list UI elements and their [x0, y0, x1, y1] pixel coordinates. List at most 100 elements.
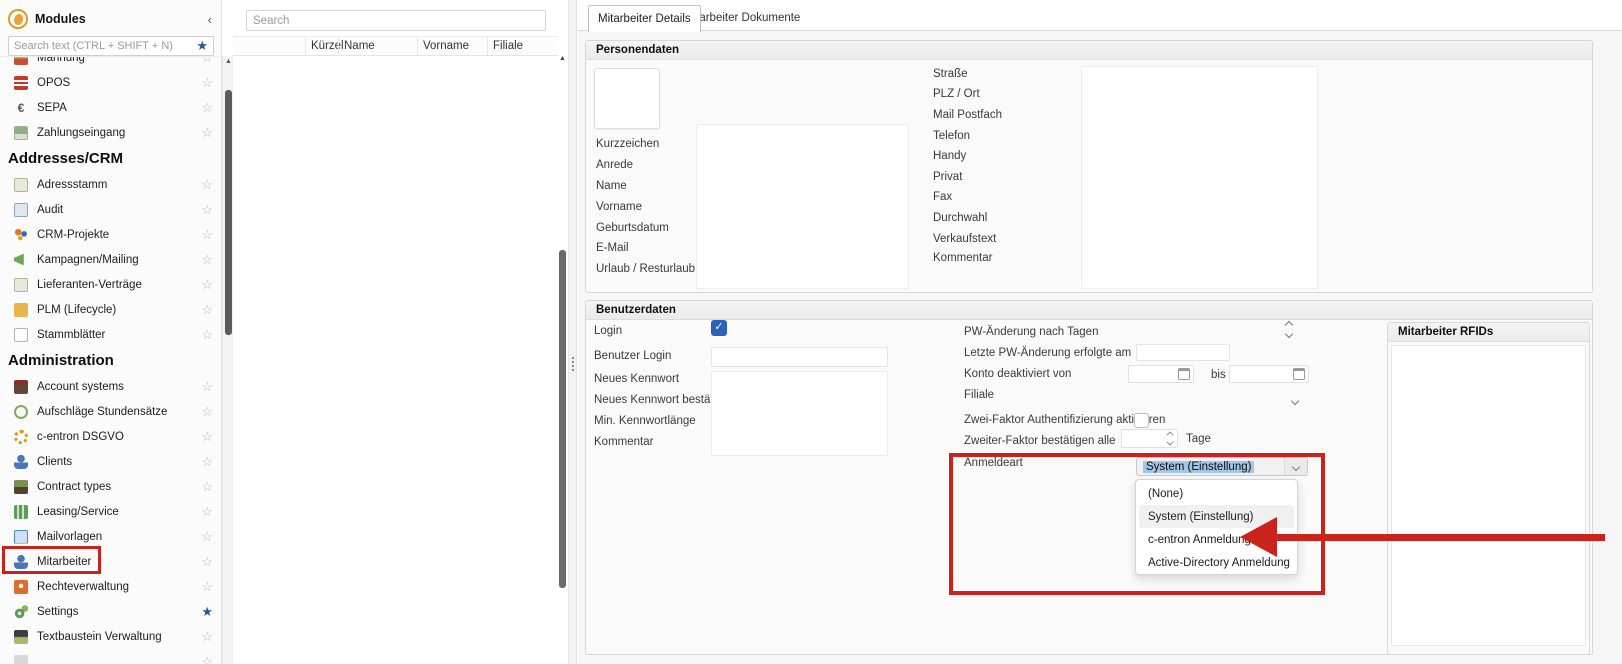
list-search-box[interactable] — [246, 10, 546, 31]
label-kommentar-person: Kommentar — [933, 251, 992, 265]
euro-circle-icon — [14, 405, 28, 419]
sidebar-item-textbaustein-verwaltung[interactable]: Textbaustein Verwaltung ☆ — [0, 624, 222, 649]
calendar-icon[interactable] — [1293, 368, 1305, 380]
favorites-filter-star-icon[interactable]: ★ — [196, 38, 208, 54]
favorite-star-icon[interactable]: ☆ — [201, 429, 213, 445]
sidebar-item-opos[interactable]: OPOS ☆ — [0, 70, 222, 95]
favorite-star-icon[interactable]: ☆ — [201, 177, 213, 193]
label-kommentar-benutzer: Kommentar — [594, 435, 653, 449]
favorite-star-icon[interactable]: ☆ — [201, 327, 213, 343]
filiale-dropdown[interactable] — [1292, 391, 1298, 409]
favorite-star-icon[interactable]: ☆ — [201, 277, 213, 293]
favorite-star-icon[interactable]: ☆ — [201, 629, 213, 645]
login-checkbox[interactable]: ✓ — [711, 320, 727, 336]
list-search-input[interactable] — [247, 14, 545, 28]
sidebar-item-mahnung[interactable]: Mahnung ☆ — [0, 56, 222, 70]
favorite-star-icon[interactable]: ☆ — [201, 554, 213, 570]
favorite-star-icon[interactable]: ☆ — [201, 56, 213, 66]
favorite-star-icon[interactable]: ☆ — [201, 227, 213, 243]
sidebar-item-account-systems[interactable]: Account systems ☆ — [0, 374, 222, 399]
favorite-star-icon[interactable]: ☆ — [201, 454, 213, 470]
sidebar-item-clipped[interactable]: ☆ — [0, 649, 222, 664]
list-scrollbar-thumb[interactable] — [559, 250, 566, 588]
section-header-administration: Administration — [0, 347, 222, 374]
column-name[interactable]: Name — [338, 37, 417, 55]
label-email: E-Mail — [596, 241, 629, 255]
pw-aenderung-spinner[interactable] — [1286, 322, 1292, 337]
column-kuerzel[interactable]: Kürzel — [305, 37, 338, 55]
list-scroll-up-arrow-icon[interactable]: ▲ — [558, 55, 567, 62]
audit-icon — [14, 203, 28, 217]
sidebar-item-aufschlaege-stundensaetze[interactable]: Aufschläge Stundensätze ☆ — [0, 399, 222, 424]
spinner-down-icon[interactable] — [1285, 330, 1293, 338]
zahlungseingang-icon — [14, 126, 28, 140]
personendaten-right-fields[interactable] — [1081, 66, 1318, 289]
sidebar-item-leasing-service[interactable]: Leasing/Service ☆ — [0, 499, 222, 524]
sidebar-scrollbar[interactable]: ▲ — [222, 56, 233, 664]
envelope-icon — [14, 530, 28, 544]
rfids-title: Mitarbeiter RFIDs — [1388, 323, 1589, 342]
sidebar-item-settings[interactable]: Settings ★ — [0, 599, 222, 624]
favorite-star-icon[interactable]: ☆ — [201, 252, 213, 268]
spinner-down-icon[interactable] — [1167, 439, 1174, 446]
tab-mitarbeiter-details[interactable]: Mitarbeiter Details — [588, 5, 701, 32]
favorite-star-icon[interactable]: ☆ — [201, 302, 213, 318]
label-filiale: Filiale — [964, 388, 994, 402]
collapse-sidebar-icon[interactable]: ‹ — [204, 12, 216, 27]
zweiter-faktor-spinner[interactable] — [1121, 429, 1178, 448]
sidebar-item-clients[interactable]: Clients ☆ — [0, 449, 222, 474]
konto-deaktiviert-bis-date[interactable] — [1229, 365, 1309, 383]
panel-splitter[interactable] — [568, 0, 577, 664]
column-vorname[interactable]: Vorname — [417, 37, 487, 55]
personendaten-left-fields[interactable] — [696, 124, 909, 289]
favorite-star-icon[interactable]: ☆ — [201, 125, 213, 141]
sidebar-item-crm-projekte[interactable]: CRM-Projekte ☆ — [0, 222, 222, 247]
favorite-star-filled-icon[interactable]: ★ — [201, 604, 213, 620]
sidebar-item-stammblaetter[interactable]: Stammblätter ☆ — [0, 322, 222, 347]
calendar-icon[interactable] — [1178, 368, 1190, 380]
sidebar-item-contract-types[interactable]: Contract types ☆ — [0, 474, 222, 499]
favorite-star-icon[interactable]: ☆ — [201, 529, 213, 545]
textbaustein-icon — [14, 630, 28, 644]
favorite-star-icon[interactable]: ☆ — [201, 504, 213, 520]
sidebar-item-zahlungseingang[interactable]: Zahlungseingang ☆ — [0, 120, 222, 145]
sidebar-item-sepa[interactable]: € SEPA ☆ — [0, 95, 222, 120]
favorite-star-icon[interactable]: ☆ — [201, 404, 213, 420]
column-filiale[interactable]: Filiale — [487, 37, 558, 55]
favorite-star-icon[interactable]: ☆ — [201, 479, 213, 495]
label-zweiter-faktor-bestaetigen: Zweiter-Faktor bestätigen alle — [964, 434, 1115, 448]
sidebar-search-input[interactable] — [9, 38, 196, 54]
sidebar-item-plm-lifecycle[interactable]: PLM (Lifecycle) ☆ — [0, 297, 222, 322]
sidebar-item-audit[interactable]: Audit ☆ — [0, 197, 222, 222]
zwei-faktor-checkbox[interactable] — [1134, 413, 1149, 428]
spinner-up-icon[interactable] — [1285, 321, 1293, 329]
favorite-star-icon[interactable]: ☆ — [201, 379, 213, 395]
red-highlight-mitarbeiter — [2, 546, 101, 574]
employee-photo-placeholder[interactable] — [594, 68, 660, 129]
favorite-star-icon[interactable]: ☆ — [201, 654, 213, 664]
label-anrede: Anrede — [596, 158, 633, 172]
splitter-grip-icon — [572, 357, 574, 371]
sidebar-item-lieferanten-vertraege[interactable]: Lieferanten-Verträge ☆ — [0, 272, 222, 297]
rfids-list-area[interactable] — [1391, 345, 1586, 646]
sidebar-scrollbar-thumb[interactable] — [225, 90, 232, 335]
favorite-star-icon[interactable]: ☆ — [201, 202, 213, 218]
benutzer-login-input[interactable] — [711, 347, 888, 367]
sidebar-item-kampagnen-mailing[interactable]: Kampagnen/Mailing ☆ — [0, 247, 222, 272]
konto-deaktiviert-von-date[interactable] — [1128, 365, 1194, 383]
spinner-arrows[interactable] — [1168, 433, 1173, 445]
module-icon — [14, 655, 28, 664]
letzte-pw-aenderung-input[interactable] — [1136, 344, 1230, 361]
sidebar-item-rechteverwaltung[interactable]: Rechteverwaltung ☆ — [0, 574, 222, 599]
sidebar-item-c-entron-dsgvo[interactable]: c-entron DSGVO ☆ — [0, 424, 222, 449]
personendaten-title: Personendaten — [586, 41, 1592, 60]
sidebar-search-box[interactable]: ★ — [8, 36, 214, 56]
sidebar-item-adressstamm[interactable]: Adressstamm ☆ — [0, 172, 222, 197]
spinner-up-icon[interactable] — [1167, 432, 1174, 439]
column-icon[interactable] — [233, 37, 305, 55]
favorite-star-icon[interactable]: ☆ — [201, 100, 213, 116]
mahnung-icon — [14, 56, 28, 65]
favorite-star-icon[interactable]: ☆ — [201, 579, 213, 595]
favorite-star-icon[interactable]: ☆ — [201, 75, 213, 91]
kennwort-fields[interactable] — [711, 371, 888, 456]
